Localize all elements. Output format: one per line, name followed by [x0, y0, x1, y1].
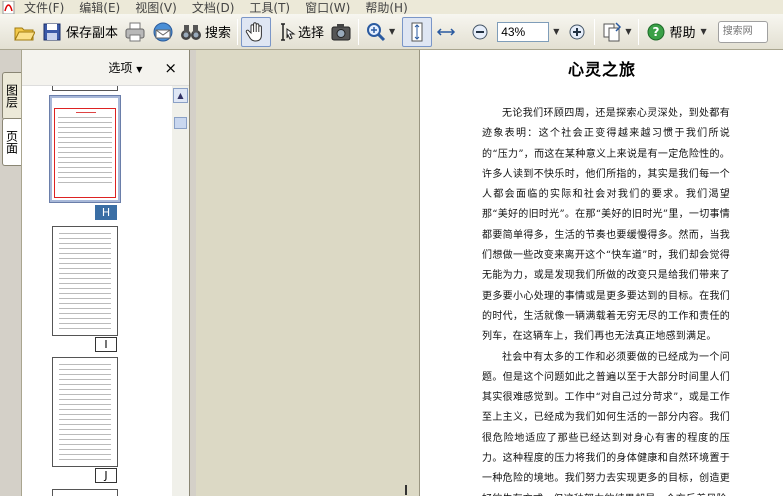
- page-title: 心灵之旅: [567, 60, 636, 79]
- close-icon[interactable]: ×: [164, 59, 177, 77]
- chevron-down-icon[interactable]: ▼: [389, 27, 395, 36]
- menu-bar: 文件(F) 编辑(E) 视图(V) 文档(D) 工具(T) 窗口(W) 帮助(H…: [0, 0, 783, 14]
- zoom-dropdown-icon[interactable]: ▼: [553, 27, 559, 36]
- paragraph: 无论我们环顾四周，还是探索心灵深处，到处都有迹象表明：这个社会正变得越来越习惯于…: [482, 108, 730, 343]
- menu-help[interactable]: 帮助(H): [365, 0, 407, 15]
- side-tab-strip: 图层 页面: [0, 50, 22, 496]
- menu-window[interactable]: 窗口(W): [305, 0, 350, 15]
- help-button[interactable]: ? 帮助 ▼: [642, 17, 710, 47]
- scroll-thumb[interactable]: [174, 117, 187, 129]
- fit-page-button[interactable]: [402, 16, 433, 47]
- toolbar-separator: [594, 18, 596, 45]
- tab-pages[interactable]: 页面: [2, 118, 21, 166]
- scroll-up-icon[interactable]: ▲: [173, 88, 188, 103]
- pdf-app-icon: [2, 0, 16, 14]
- toolbar-separator: [358, 18, 360, 45]
- page-layout-button[interactable]: ▼: [598, 17, 634, 47]
- fit-width-icon: [435, 21, 457, 43]
- hand-tool-button[interactable]: [241, 16, 272, 47]
- zoom-tool-button[interactable]: ▼: [362, 17, 398, 47]
- save-copy-button[interactable]: 保存副本: [38, 17, 121, 47]
- search-label: 搜索: [205, 26, 232, 41]
- zoom-in-button[interactable]: [563, 17, 591, 47]
- page-thumbnail[interactable]: [52, 226, 118, 336]
- panel-header: 选项 ▼ ×: [22, 50, 189, 86]
- thumbnail-scrollbar[interactable]: ▲: [172, 86, 189, 496]
- thumbnail-label: I: [95, 337, 117, 352]
- page-thumbnail[interactable]: [52, 86, 118, 91]
- pages-panel: 选项 ▼ × H I J ▲: [22, 50, 190, 496]
- select-text-icon: [274, 21, 296, 43]
- thumbnail-list: H I J: [22, 86, 172, 496]
- toolbar-separator: [637, 18, 639, 45]
- binoculars-icon: [180, 21, 202, 43]
- text-cursor: [405, 485, 407, 495]
- paragraph: 社会中有太多的工作和必须要做的已经成为一个问题。但是这个问题如此之普遍以至于大部…: [482, 351, 730, 496]
- search-button[interactable]: 搜索: [177, 17, 234, 47]
- help-icon: ?: [645, 21, 667, 43]
- page-thumbnail[interactable]: [49, 95, 121, 203]
- document-page: 心灵之旅 无论我们环顾四周，还是探索心灵深处，到处都有迹象表明：这个社会正变得越…: [419, 50, 783, 496]
- snapshot-button[interactable]: [327, 17, 355, 47]
- page-layout-icon: [601, 21, 623, 43]
- menu-document[interactable]: 文档(D): [192, 0, 235, 15]
- options-label: 选项: [108, 61, 133, 75]
- chevron-down-icon[interactable]: ▼: [625, 27, 631, 36]
- toolbar-separator: [237, 18, 239, 45]
- menu-edit[interactable]: 编辑(E): [79, 0, 120, 15]
- save-copy-label: 保存副本: [66, 26, 119, 41]
- menu-file[interactable]: 文件(F): [24, 0, 64, 15]
- snapshot-icon: [330, 21, 352, 43]
- print-icon: [124, 21, 146, 43]
- toolbar: 保存副本 搜索 选择 ▼ 43% ▼ ▼ ? 帮助 ▼ 搜索网: [0, 14, 783, 50]
- select-tool-button[interactable]: 选择: [271, 17, 327, 47]
- email-icon: [152, 21, 174, 43]
- page-body: 无论我们环顾四周，还是探索心灵深处，到处都有迹象表明：这个社会正变得越来越习惯于…: [482, 104, 730, 496]
- email-button[interactable]: [149, 17, 177, 47]
- document-view[interactable]: 心灵之旅 无论我们环顾四周，还是探索心灵深处，到处都有迹象表明：这个社会正变得越…: [196, 50, 783, 496]
- zoom-plus-icon: [566, 21, 588, 43]
- save-copy-icon: [41, 21, 63, 43]
- zoom-out-button[interactable]: [466, 17, 494, 47]
- tab-pages-label: 页面: [4, 130, 19, 154]
- chevron-down-icon[interactable]: ▼: [701, 27, 707, 36]
- thumbnail-label: J: [95, 468, 117, 483]
- page-thumbnail[interactable]: [52, 357, 118, 467]
- tab-layers-label: 图层: [4, 84, 19, 108]
- hand-tool-icon: [245, 21, 267, 43]
- thumbnail-label: H: [95, 205, 117, 220]
- search-web-input[interactable]: [717, 20, 768, 43]
- options-menu[interactable]: 选项 ▼: [108, 59, 142, 76]
- open-folder-icon: [13, 21, 36, 43]
- menu-tools[interactable]: 工具(T): [249, 0, 290, 15]
- menu-view[interactable]: 视图(V): [135, 0, 177, 15]
- fit-width-button[interactable]: [432, 17, 460, 47]
- fit-page-icon: [406, 21, 428, 43]
- thumbnail-highlight: [54, 108, 116, 198]
- zoom-in-tool-icon: [365, 21, 387, 43]
- page-thumbnail[interactable]: [52, 489, 118, 496]
- tab-layers[interactable]: 图层: [2, 72, 21, 120]
- print-button[interactable]: [121, 17, 149, 47]
- svg-text:?: ?: [652, 25, 659, 39]
- zoom-input[interactable]: [497, 21, 550, 42]
- zoom-out-icon: [469, 21, 491, 43]
- help-label: 帮助: [669, 26, 696, 41]
- select-label: 选择: [298, 26, 325, 41]
- open-button[interactable]: [10, 17, 38, 47]
